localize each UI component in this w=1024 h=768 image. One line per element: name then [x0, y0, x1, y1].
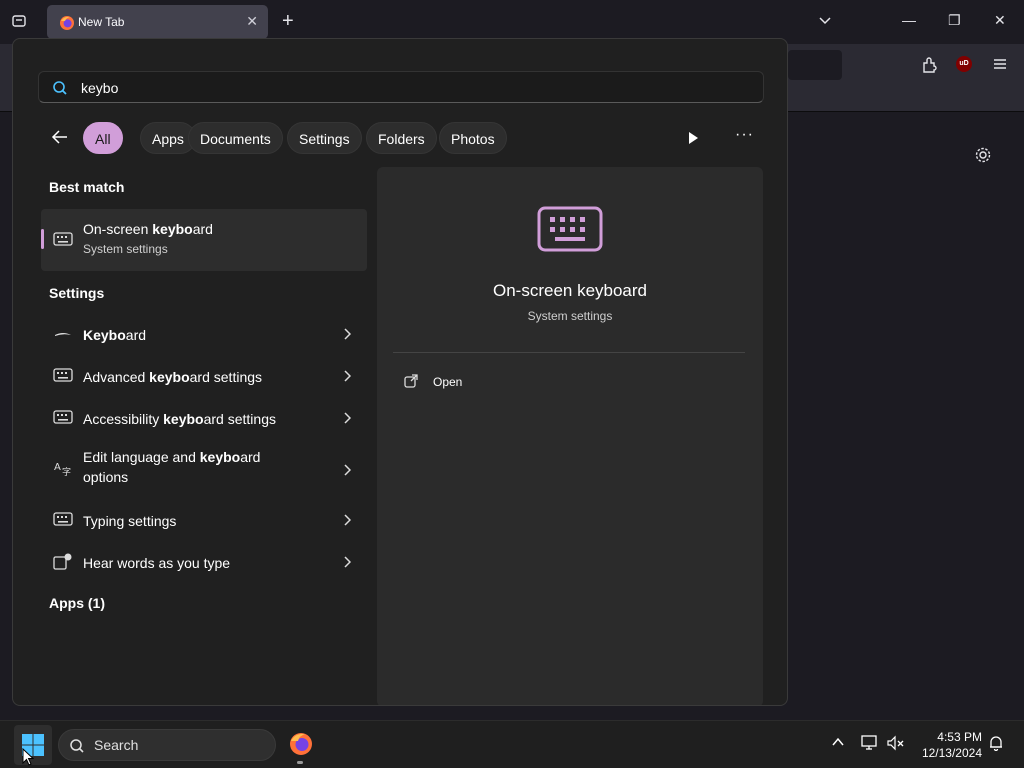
restore-button[interactable]: ❐: [948, 12, 961, 29]
chevron-right-icon: [343, 463, 352, 481]
tab-title: New Tab: [78, 15, 125, 29]
svg-text:字: 字: [62, 466, 71, 477]
search-icon: [69, 738, 85, 759]
detail-subtitle: System settings: [527, 309, 613, 323]
firefox-taskbar-icon[interactable]: [288, 731, 314, 762]
settings-item-label: Typing settings: [83, 513, 177, 529]
filter-documents[interactable]: Documents: [188, 122, 283, 154]
detail-pane: On-screen keyboard System settings Open: [377, 167, 763, 705]
keyboard-icon: [53, 367, 73, 388]
settings-item-keyboard[interactable]: Keyboard: [41, 313, 367, 353]
play-icon[interactable]: [687, 131, 699, 150]
volume-muted-icon[interactable]: [887, 735, 905, 756]
url-bar[interactable]: [788, 50, 842, 80]
search-box[interactable]: [38, 71, 764, 103]
selection-accent: [41, 229, 44, 249]
chevron-right-icon: [343, 513, 352, 531]
open-action[interactable]: Open: [403, 373, 603, 393]
chevron-right-icon: [343, 369, 352, 387]
language-icon: A字: [53, 459, 73, 482]
chevron-down-icon[interactable]: [818, 14, 832, 33]
clock-date: 12/13/2024: [921, 746, 982, 760]
mouse-cursor-icon: [22, 747, 35, 768]
extensions-icon[interactable]: [920, 56, 938, 79]
back-arrow-icon[interactable]: [51, 129, 69, 150]
chevron-up-icon[interactable]: [832, 735, 844, 753]
browser-tab-new-tab[interactable]: New Tab ✕: [47, 5, 268, 39]
keyboard-swipe-icon: [53, 325, 73, 346]
tab-close-icon[interactable]: ✕: [246, 13, 258, 30]
taskbar: Search 4:53 PM 12/13/2024: [0, 720, 1024, 768]
section-settings: Settings: [49, 285, 105, 301]
narrator-icon: [53, 553, 73, 576]
chevron-right-icon: [343, 327, 352, 345]
settings-item-typing[interactable]: Typing settings: [41, 499, 367, 539]
svg-text:A: A: [54, 462, 61, 473]
search-icon: [52, 80, 68, 101]
best-match-subtitle: System settings: [83, 242, 168, 256]
chevron-right-icon: [343, 411, 352, 429]
detail-title: On-screen keyboard: [492, 281, 648, 300]
network-icon[interactable]: [861, 735, 879, 756]
clock-time: 4:53 PM: [937, 730, 982, 744]
search-flyout: All Apps Documents Settings Folders Phot…: [12, 38, 788, 706]
filter-bar: All Apps Documents Settings Folders Phot…: [49, 121, 769, 155]
running-indicator: [297, 761, 303, 764]
taskbar-search[interactable]: Search: [58, 729, 276, 761]
filter-all[interactable]: All: [83, 122, 123, 154]
filter-settings[interactable]: Settings: [287, 122, 362, 154]
divider: [393, 352, 745, 353]
keyboard-icon: [53, 511, 73, 532]
open-label: Open: [433, 375, 463, 389]
best-match-item[interactable]: On-screen keyboard System settings: [41, 209, 367, 271]
search-input[interactable]: [81, 77, 741, 99]
firefox-icon: [59, 15, 75, 31]
menu-icon[interactable]: [992, 56, 1008, 77]
ublock-origin-icon[interactable]: uD: [956, 56, 972, 72]
on-screen-keyboard-large-icon: [537, 205, 603, 258]
open-external-icon: [403, 373, 419, 394]
filter-photos[interactable]: Photos: [439, 122, 507, 154]
section-apps: Apps (1): [49, 595, 105, 611]
taskbar-search-label: Search: [94, 737, 139, 753]
minimize-button[interactable]: —: [902, 12, 916, 28]
settings-item-label: Hear words as you type: [83, 555, 231, 571]
keyboard-icon: [53, 409, 73, 430]
settings-item-label: Edit language and keyboard options: [83, 449, 261, 485]
best-match-title: On-screen keyboard: [83, 221, 213, 237]
filter-folders[interactable]: Folders: [366, 122, 437, 154]
settings-item-advanced-keyboard[interactable]: Advanced keyboard settings: [41, 355, 367, 395]
settings-item-edit-language-keyboard[interactable]: A字 Edit language and keyboard options: [41, 443, 367, 495]
settings-item-hear-words[interactable]: Hear words as you type: [41, 541, 367, 581]
section-best-match: Best match: [49, 179, 125, 195]
keyboard-icon: [53, 231, 73, 252]
page-settings-gear-icon[interactable]: [974, 146, 992, 169]
chevron-right-icon: [343, 555, 352, 573]
settings-item-accessibility-keyboard[interactable]: Accessibility keyboard settings: [41, 397, 367, 437]
settings-item-label: Accessibility keyboard settings: [83, 411, 276, 427]
close-window-button[interactable]: ✕: [994, 12, 1006, 29]
clock[interactable]: 4:53 PM 12/13/2024: [912, 729, 982, 761]
more-options-icon[interactable]: ···: [735, 126, 754, 144]
list-all-tabs-icon[interactable]: [11, 13, 27, 34]
settings-item-label: Keyboard: [83, 327, 147, 343]
settings-item-label: Advanced keyboard settings: [83, 369, 263, 385]
notification-bell-icon[interactable]: [988, 735, 1004, 756]
new-tab-button[interactable]: +: [282, 10, 294, 32]
